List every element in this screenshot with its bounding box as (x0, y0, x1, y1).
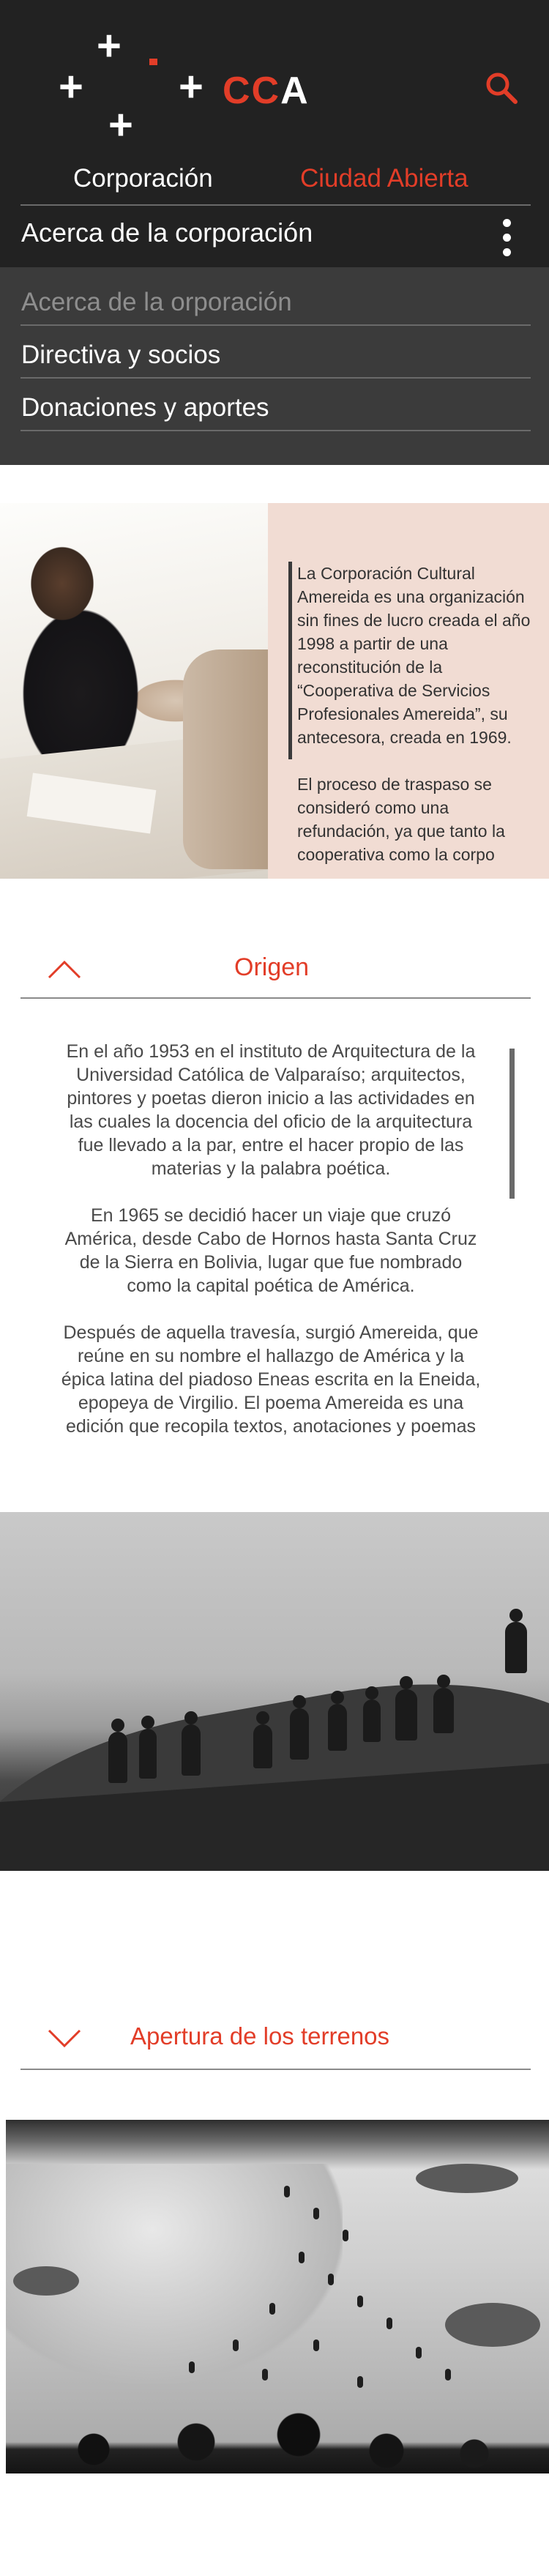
photo-figure (182, 1711, 201, 1776)
logo-dot-icon (149, 59, 157, 65)
photo-shrub-shape (416, 2164, 518, 2193)
photo-person (357, 2376, 363, 2388)
chevron-down-icon[interactable] (47, 2028, 82, 2050)
photo-figure (395, 1676, 417, 1741)
origen-paragraph: Después de aquella travesía, surgió Amer… (61, 1322, 481, 1437)
photo-shrub-shape (445, 2303, 540, 2347)
intro-accent-bar (288, 562, 292, 759)
photo-person (313, 2208, 319, 2219)
section-dropdown: Acerca de la orporación Directiva y soci… (0, 267, 549, 465)
photo-foreground-crowd (6, 2405, 549, 2473)
logo-wordmark-main: A (280, 70, 310, 112)
photo-person (328, 2274, 334, 2285)
hillside-walkers-photo (0, 1512, 549, 1871)
logo-wordmark: CCA (223, 72, 310, 110)
site-header: + + + + CCA Corporación Ciudad Abierta A… (0, 0, 549, 465)
photo-arm-shape (183, 649, 271, 869)
kebab-menu-icon[interactable] (503, 219, 512, 257)
photo-person (233, 2339, 239, 2351)
divider (20, 2069, 531, 2070)
divider (20, 430, 531, 431)
origen-paragraph: En 1965 se decidió hacer un viaje que cr… (64, 1205, 477, 1296)
divider (20, 204, 531, 206)
intro-text: La Corporación Cultural Amereida es una … (297, 562, 539, 879)
logo-plus-icon: + (59, 63, 83, 111)
dropdown-item-acerca[interactable]: Acerca de la orporación (21, 289, 292, 315)
tab-ciudad-abierta[interactable]: Ciudad Abierta (300, 165, 468, 191)
photo-person (445, 2369, 451, 2380)
section-title-apertura[interactable]: Apertura de los terrenos (130, 2024, 389, 2048)
section-select-current[interactable]: Acerca de la corporación (21, 220, 313, 246)
photo-figure (139, 1716, 157, 1779)
section-title-origen[interactable]: Origen (234, 955, 309, 980)
intro-text-panel: La Corporación Cultural Amereida es una … (268, 503, 549, 879)
origen-content: En el año 1953 en el instituto de Arquit… (59, 1040, 483, 1512)
dropdown-item-directiva[interactable]: Directiva y socios (21, 342, 220, 368)
origen-paragraph: En el año 1953 en el instituto de Arquit… (66, 1041, 476, 1179)
chevron-up-icon[interactable] (47, 958, 82, 980)
photo-person (269, 2303, 275, 2315)
intro-paragraph: La Corporación Cultural Amereida es una … (297, 564, 531, 747)
photo-person (416, 2347, 422, 2359)
photo-person (262, 2369, 268, 2380)
scrollbar-thumb[interactable] (509, 1049, 515, 1199)
photo-figure (290, 1695, 309, 1760)
logo-wordmark-accent: CC (223, 70, 281, 112)
divider (20, 997, 531, 999)
photo-figure (108, 1719, 127, 1783)
dunes-group-photo (6, 2120, 549, 2473)
photo-person (284, 2186, 290, 2197)
divider (20, 324, 531, 326)
photo-figure (433, 1675, 454, 1733)
photo-shrub-shape (13, 2266, 79, 2296)
photo-figure (328, 1691, 347, 1751)
photo-figure (253, 1711, 272, 1768)
logo-plus-icon: + (179, 63, 203, 111)
photo-figure (505, 1609, 527, 1673)
photo-person (343, 2230, 348, 2241)
photo-figure (363, 1686, 381, 1742)
meeting-photo (0, 503, 271, 879)
dropdown-item-donaciones[interactable]: Donaciones y aportes (21, 395, 269, 420)
cca-logo[interactable]: + + + + CCA (51, 22, 315, 146)
tab-corporacion[interactable]: Corporación (73, 165, 213, 191)
photo-person (357, 2296, 363, 2307)
divider (20, 377, 531, 379)
intro-paragraph: El proceso de traspaso se consideró como… (297, 775, 505, 864)
search-icon[interactable] (483, 70, 520, 106)
logo-plus-icon: + (97, 22, 122, 70)
photo-person (313, 2339, 319, 2351)
photo-person (189, 2361, 195, 2373)
intro-section: La Corporación Cultural Amereida es una … (0, 503, 549, 879)
photo-person (386, 2318, 392, 2329)
logo-plus-icon: + (108, 101, 133, 149)
photo-person (299, 2252, 305, 2263)
